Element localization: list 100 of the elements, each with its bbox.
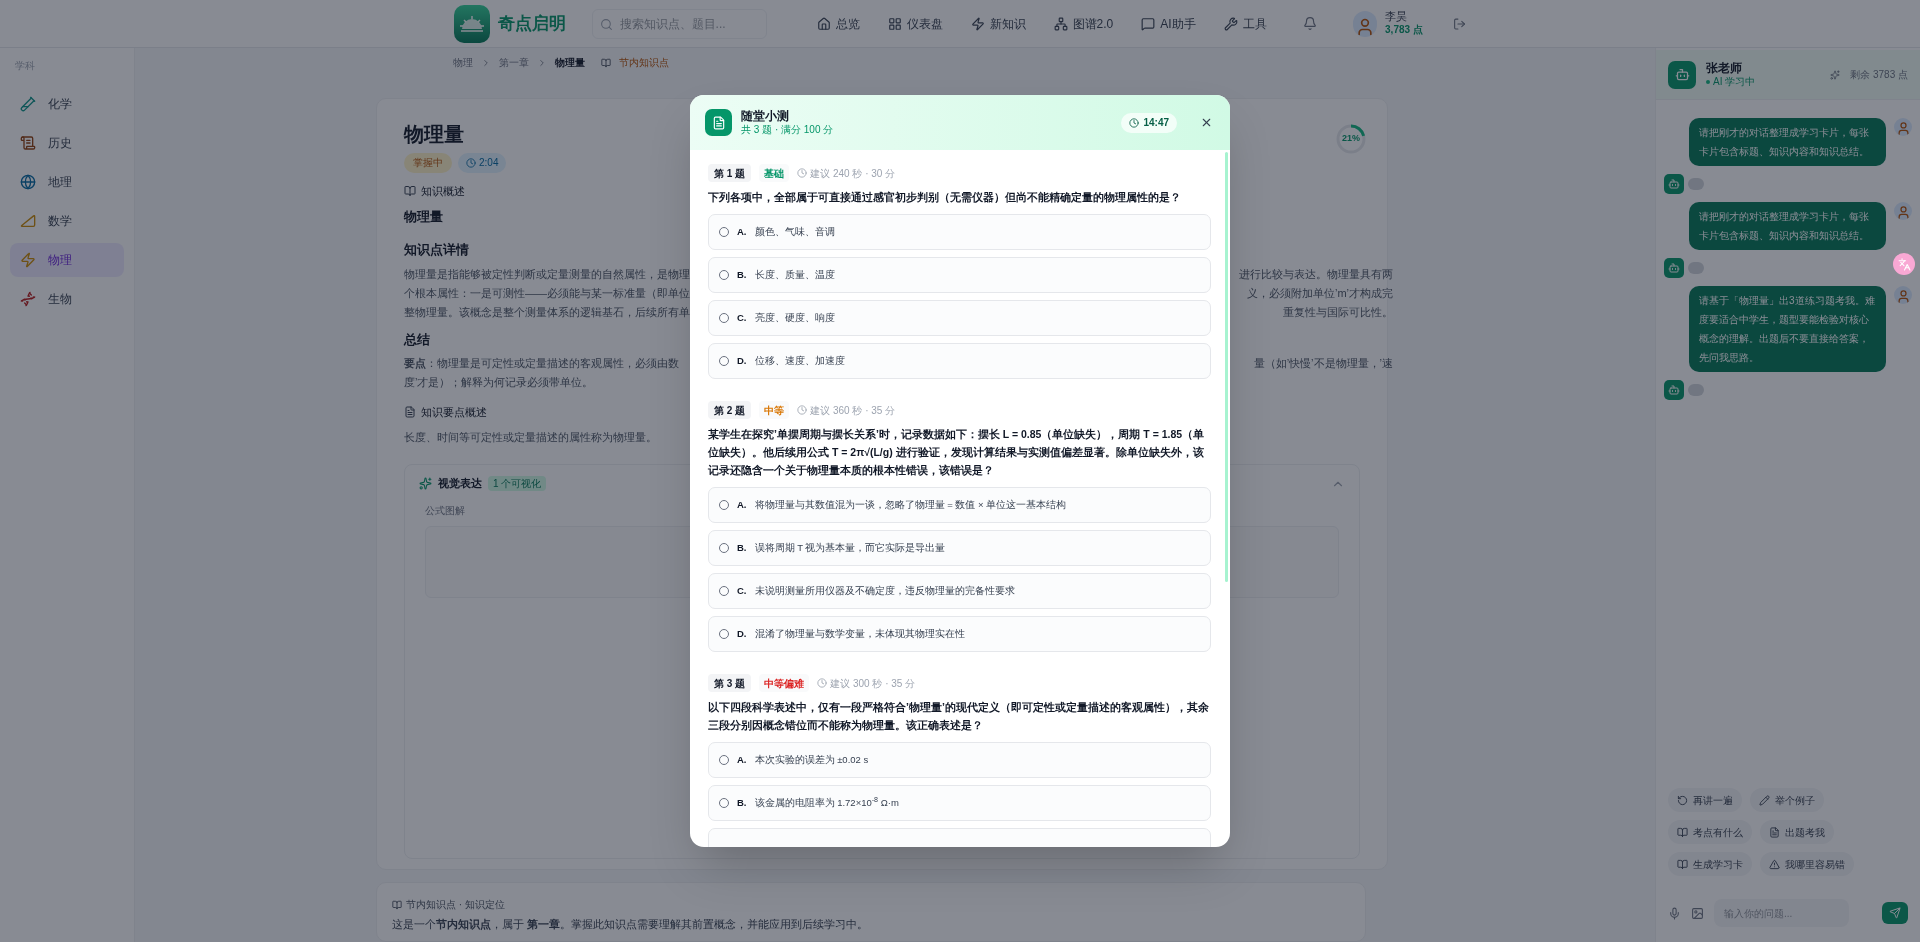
user-message-bubble: 请把刚才的对话整理成学习卡片，每张卡片包含标题、知识内容和知识总结。 (1689, 118, 1886, 166)
close-icon[interactable] (1200, 116, 1213, 129)
info-text: 这是一个节内知识点，属于 第一章。掌握此知识点需要理解其前置概念，并能应用到后续学习中。 (392, 917, 870, 933)
dialog-title: 随堂小测 (741, 108, 790, 124)
timer-badge: 14:47 (1121, 112, 1177, 133)
logout-icon[interactable] (1452, 16, 1466, 31)
nav-link[interactable]: 总览 (816, 14, 860, 33)
answer-option[interactable]: C. 亮度、硬度、响度 (708, 300, 1211, 336)
answer-option[interactable]: D. 混淆了物理量与数学变量，未体现其物理实在性 (708, 616, 1211, 652)
clock-icon (817, 678, 828, 688)
book-icon (1677, 858, 1688, 870)
nav-link[interactable]: 图谱2.0 (1053, 14, 1114, 33)
concept-name: 物理量 (404, 208, 444, 227)
difficulty-tag: 基础 (759, 164, 790, 182)
sidebar-item[interactable]: 生物 (10, 282, 124, 316)
bot-avatar (1664, 258, 1684, 278)
quick-action-chip[interactable]: 考点有什么 (1668, 820, 1752, 844)
section-heading: 知识概述 (421, 183, 465, 199)
search-icon (599, 17, 613, 31)
sparkle-icon (1830, 69, 1841, 80)
section-heading: 总结 (404, 331, 431, 350)
bolt-icon (970, 16, 985, 31)
question-number: 第 3 题 (708, 674, 752, 692)
bot-avatar (1664, 174, 1684, 194)
dna-icon (20, 291, 36, 307)
answer-option[interactable]: A. 颜色、气味、音调 (708, 214, 1211, 250)
time-hint: 建议 240 秒 · 30 分 (810, 166, 896, 181)
difficulty-tag: 中等偏难 (759, 674, 810, 692)
breadcrumb-link[interactable]: 物理量 (555, 55, 585, 71)
quick-action-chip[interactable]: 举个例子 (1750, 788, 1824, 812)
send-icon (1889, 907, 1901, 919)
sidebar-item[interactable]: 物理 (10, 243, 124, 277)
home-icon (816, 16, 831, 31)
sparkles-icon (419, 477, 432, 491)
pencil-icon (1759, 794, 1770, 806)
book-icon (1677, 826, 1688, 838)
answer-option[interactable]: B. 长度、质量、温度 (708, 257, 1211, 293)
sidebar-item[interactable]: 数学 (10, 204, 124, 238)
nav-link[interactable]: AI助手 (1141, 14, 1196, 33)
answer-option[interactable]: C. 未说明测量所用仪器及不确定度，违反物理量的完备性要求 (708, 573, 1211, 609)
sidebar-item[interactable]: 化学 (10, 87, 124, 121)
visual-label: 公式图解 (425, 503, 465, 518)
quick-action-chip[interactable]: 出题考我 (1760, 820, 1834, 844)
wrench-icon (1223, 16, 1238, 31)
quick-action-chip[interactable]: 生成学习卡 (1668, 852, 1752, 876)
nav-link[interactable]: 新知识 (970, 14, 1026, 33)
teacher-name: 张老师 (1706, 60, 1743, 76)
send-button[interactable] (1882, 902, 1908, 924)
breadcrumb-link[interactable]: 物理 (453, 55, 473, 71)
count-badge: 1 个可视化 (488, 476, 547, 492)
warning-icon (1769, 858, 1780, 870)
microphone-icon[interactable] (1668, 906, 1681, 920)
scroll-icon (20, 135, 36, 151)
notification-bell-icon[interactable] (1302, 16, 1317, 31)
quick-action-chip[interactable]: 我哪里容易错 (1760, 852, 1854, 876)
user-message-bubble: 请基于「物理量」出3道练习题考我。难度要适合中学生，题型要能检验对核心概念的理解。出题后不要直接给答案，先问我思路。 (1689, 286, 1886, 372)
document-icon (705, 109, 732, 136)
section-heading: 知识要点概述 (421, 404, 487, 420)
scrollbar-thumb[interactable] (1225, 152, 1228, 582)
answer-option[interactable]: D. 位移、速度、加速度 (708, 343, 1211, 379)
section-heading: 知识点详情 (404, 240, 470, 259)
clock-icon (1129, 117, 1140, 128)
nav-link[interactable]: 仪表盘 (887, 14, 943, 33)
paragraph-text: 要点：物理量是可定性或定量描述的客观属性，必须由数 (404, 355, 679, 371)
nav-link[interactable]: 工具 (1223, 14, 1267, 33)
document-icon (404, 405, 416, 418)
difficulty-tag: 中等 (759, 401, 790, 419)
clock-icon (797, 405, 808, 415)
rotate-icon (1677, 794, 1688, 806)
answer-option[interactable]: A. 将物理量与其数值混为一谈，忽略了物理量 = 数值 × 单位这一基本结构 (708, 487, 1211, 523)
paragraph-text: 进行比较与表达。物理量具有两 (1239, 267, 1393, 283)
answer-option[interactable]: B. 误将周期 T 视为基本量，而它实际是导出量 (708, 530, 1211, 566)
sidebar-item[interactable]: 历史 (10, 126, 124, 160)
time-badge: 2:04 (458, 152, 507, 173)
book-icon (392, 899, 402, 910)
answer-option[interactable]: A. 本次实验的误差为 ±0.02 s (708, 742, 1211, 778)
globe-icon (20, 174, 36, 190)
paragraph-text: 个根本属性：一是可测性——必须能与某一标准量（即单位 (404, 286, 690, 302)
answer-option[interactable]: B. 该金属的电阻率为 1.72×10$^{-8}$ Ω·m (708, 785, 1211, 821)
app-name: 奇点启明 (497, 12, 566, 35)
user-avatar (1894, 118, 1912, 136)
bot-avatar (1668, 60, 1696, 89)
question-text: 以下四段科学表述中，仅有一段严格符合’物理量’的现代定义（即可定性或定量描述的客观属性），其余三段分别因概念错位而不能称为物理量。该正确表述是？ (708, 700, 1210, 733)
clock-icon (466, 157, 476, 168)
user-avatar (1894, 202, 1912, 220)
status-badge: 掌握中 (404, 152, 452, 173)
user-points: 3,783 点 (1385, 24, 1423, 37)
sidebar-item[interactable]: 地理 (10, 165, 124, 199)
paragraph-text: 度’才是）；解释为何记录必须带单位。 (404, 374, 594, 390)
triangle-ruler-icon (20, 213, 36, 229)
info-label: 节内知识点 · 知识定位 (406, 898, 505, 913)
paragraph-text: 量（如’快慢’不是物理量，’速 (1253, 355, 1393, 371)
chat-icon (1141, 16, 1156, 31)
image-icon[interactable] (1691, 906, 1704, 920)
teacher-status: AI 学习中 (1713, 75, 1756, 89)
network-icon (1053, 16, 1068, 31)
user-avatar[interactable] (1352, 10, 1378, 37)
logo-icon (454, 4, 490, 43)
dialog-subtitle: 共 3 题 · 满分 100 分 (741, 123, 834, 137)
card-title: 视觉表达 (438, 476, 482, 492)
